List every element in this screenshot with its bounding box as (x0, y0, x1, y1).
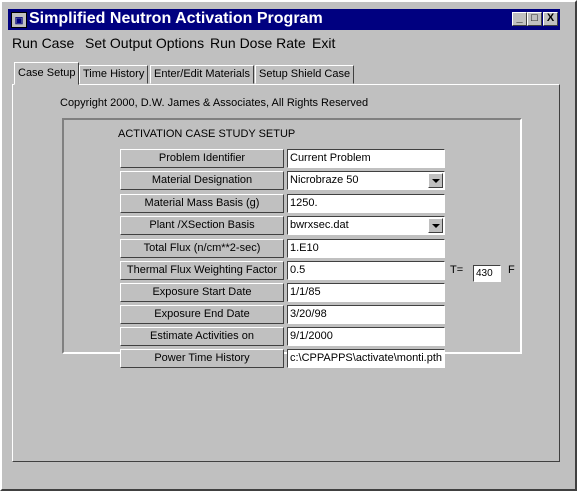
label-problem-identifier: Problem Identifier (120, 149, 284, 168)
label-material-designation: Material Designation (120, 171, 284, 190)
group-title: ACTIVATION CASE STUDY SETUP (118, 128, 296, 140)
label-total-flux: Total Flux (n/cm**2-sec) (120, 239, 284, 258)
exposure-end-date-input[interactable]: 3/20/98 (287, 305, 445, 324)
tab-enter-edit-materials[interactable]: Enter/Edit Materials (150, 65, 254, 84)
label-exposure-end-date: Exposure End Date (120, 305, 284, 324)
minimize-button[interactable]: _ (512, 12, 527, 26)
tab-setup-shield-case[interactable]: Setup Shield Case (255, 65, 355, 84)
copyright-text: Copyright 2000, D.W. James & Associates,… (60, 97, 369, 109)
estimate-activities-on-input[interactable]: 9/1/2000 (287, 327, 445, 346)
thermal-flux-weighting-factor-input[interactable]: 0.5 (287, 261, 445, 280)
material-designation-select[interactable]: Nicrobraze 50 (287, 171, 445, 190)
close-button[interactable]: X (543, 12, 558, 26)
temperature-label: T= (450, 264, 464, 276)
label-exposure-start-date: Exposure Start Date (120, 283, 284, 302)
material-mass-basis-input[interactable]: 1250. (287, 194, 445, 213)
title-bar[interactable]: ▣ Simplified Neutron Activation Program … (8, 9, 560, 30)
window-title: Simplified Neutron Activation Program (29, 10, 323, 27)
exposure-start-date-input[interactable]: 1/1/85 (287, 283, 445, 302)
menu-run-case[interactable]: Run Case (12, 35, 74, 51)
label-material-mass-basis: Material Mass Basis (g) (120, 194, 284, 213)
maximize-button[interactable]: □ (527, 12, 542, 26)
chevron-down-icon (432, 224, 440, 228)
label-plant-xsection-basis: Plant /XSection Basis (120, 216, 284, 235)
menu-set-output-options[interactable]: Set Output Options (85, 35, 204, 51)
chevron-down-icon (432, 179, 440, 183)
app-icon: ▣ (11, 12, 27, 28)
label-power-time-history: Power Time History (120, 349, 284, 368)
plant-xsection-basis-dropdown-button[interactable] (428, 218, 443, 233)
label-thermal-flux-weighting-factor: Thermal Flux Weighting Factor (120, 261, 284, 280)
menu-bar: Run Case Set Output Options Run Dose Rat… (8, 33, 560, 53)
problem-identifier-input[interactable]: Current Problem (287, 149, 445, 168)
plant-xsection-basis-value: bwrxsec.dat (290, 219, 349, 231)
total-flux-input[interactable]: 1.E10 (287, 239, 445, 258)
power-time-history-input[interactable]: c:\CPPAPPS\activate\monti.pth (287, 349, 445, 368)
material-designation-dropdown-button[interactable] (428, 173, 443, 188)
tab-time-history[interactable]: Time History (79, 65, 149, 84)
tab-case-setup[interactable]: Case Setup (14, 62, 80, 85)
label-estimate-activities-on: Estimate Activities on (120, 327, 284, 346)
plant-xsection-basis-select[interactable]: bwrxsec.dat (287, 216, 445, 235)
temperature-unit: F (508, 264, 515, 276)
menu-exit[interactable]: Exit (312, 35, 335, 51)
menu-run-dose-rate[interactable]: Run Dose Rate (210, 35, 306, 51)
temperature-input[interactable]: 430 (473, 265, 501, 282)
material-designation-value: Nicrobraze 50 (290, 174, 359, 186)
